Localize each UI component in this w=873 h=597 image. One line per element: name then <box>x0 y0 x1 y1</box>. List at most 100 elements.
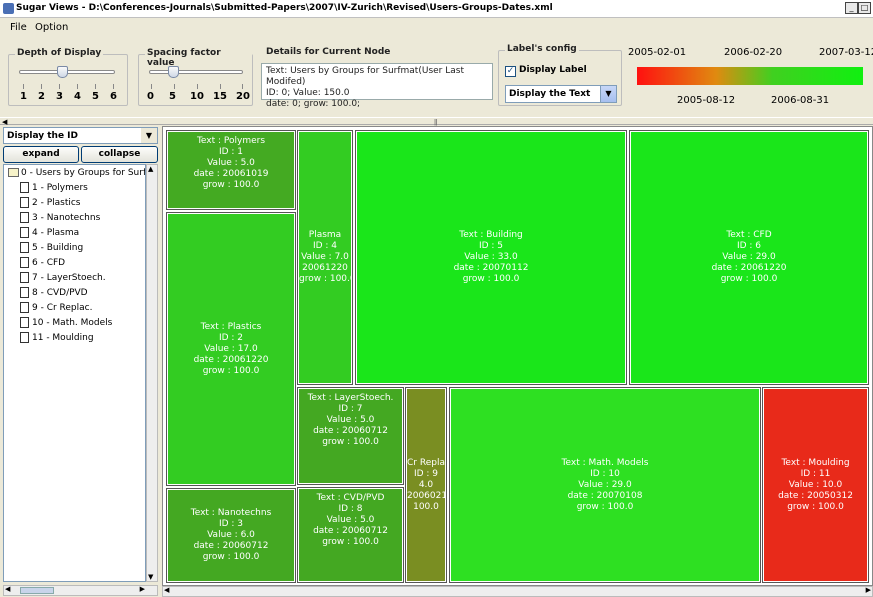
cell-text: Value : 7.0 <box>301 252 349 262</box>
treemap-cell-moulding[interactable]: Text : Moulding ID : 11 Value : 10.0 date :… <box>762 387 869 583</box>
cell-text: date : 20061019 <box>193 169 269 179</box>
spacing-tick-label: 0 <box>147 91 154 102</box>
spacing-tick-label: 20 <box>236 91 250 102</box>
split-divider[interactable]: ◀ ǁ <box>0 117 873 126</box>
depth-slider-thumb[interactable] <box>57 66 68 78</box>
details-box: Text: Users by Groups for Surfmat(User L… <box>261 63 493 109</box>
chevron-down-icon[interactable]: ▼ <box>141 128 157 143</box>
tree-root[interactable]: 0 - Users by Groups for Surfm <box>8 166 145 181</box>
cell-text: Value : 6.0 <box>207 530 255 540</box>
treemap-cell-building[interactable]: Text : Building ID : 5 Value : 33.0 date : … <box>355 130 627 385</box>
tree-item[interactable]: 4 - Plasma <box>20 226 79 241</box>
depth-tick-label: 6 <box>110 91 117 102</box>
collapse-button[interactable]: collapse <box>81 146 158 163</box>
tree-item[interactable]: 2 - Plastics <box>20 196 81 211</box>
file-icon <box>20 257 29 268</box>
tree-item-label: 6 - CFD <box>32 258 66 268</box>
cell-text: grow : 100.0 <box>322 537 379 547</box>
file-icon <box>20 317 29 328</box>
treemap-cell-mathmodels[interactable]: Text : Math. Models ID : 10 Value : 29.0 da… <box>449 387 761 583</box>
tree-item[interactable]: 1 - Polymers <box>20 181 88 196</box>
spacing-ticks <box>151 84 243 89</box>
cell-text: 2006021... <box>407 490 446 501</box>
treemap-cell-cvdpvd[interactable]: Text : CVD/PVD ID : 8 Value : 5.0 date : 20… <box>297 487 404 583</box>
cell-text: date : 20070108 <box>567 490 643 501</box>
tree-item[interactable]: 11 - Moulding <box>20 331 94 346</box>
cell-text: date : 20060712 <box>193 541 269 551</box>
window-title: Sugar Views - D:\Conferences-Journals\Su… <box>16 3 553 13</box>
id-display-value: Display the ID <box>7 131 79 141</box>
spacing-slider-track[interactable] <box>149 70 243 74</box>
cell-text: 4.0 <box>418 479 434 490</box>
details-line: ID: 0; Value: 150.0 <box>266 88 350 98</box>
tree-item[interactable]: 7 - LayerStoech. <box>20 271 106 286</box>
arrow-left-icon[interactable]: ◀ <box>2 118 7 126</box>
menu-file[interactable]: File <box>10 22 27 33</box>
date-color-gradient <box>637 67 863 85</box>
arrow-down-icon[interactable]: ▼ <box>148 573 153 581</box>
spacing-slider-thumb[interactable] <box>168 66 179 78</box>
cell-text: Value : 5.0 <box>326 515 375 525</box>
menu-option[interactable]: Option <box>35 22 68 33</box>
arrow-right-icon[interactable]: ▶ <box>866 586 871 594</box>
cell-text: date : 20070112 <box>453 263 529 273</box>
tree-item[interactable]: 9 - Cr Replac. <box>20 301 92 316</box>
treemap-cell-layerstoech[interactable]: Text : LayerStoech. ID : 7 Value : 5.0 date… <box>297 387 404 485</box>
cell-text: Text : Math. Models <box>561 457 649 468</box>
details-group: Details for Current Node Text: Users by … <box>258 47 493 109</box>
arrow-up-icon[interactable]: ▲ <box>148 165 153 173</box>
cell-text: Value : 29.0 <box>722 252 776 262</box>
cell-text: 100.0 <box>413 501 439 512</box>
treemap-cell-polymers[interactable]: Text : Polymers ID : 1 Value : 5.0 date : 2… <box>166 130 296 210</box>
scroll-thumb[interactable] <box>20 587 54 594</box>
treemap-cell-nanotechns[interactable]: Text : Nanotechns ID : 3 Value : 6.0 date :… <box>166 488 296 583</box>
details-line: date: 0; grow: 100.0; <box>266 99 361 109</box>
cell-text: date : 20060712 <box>313 526 388 536</box>
display-label-checkbox[interactable]: ✓ <box>505 66 516 77</box>
depth-tick-label: 1 <box>20 91 27 102</box>
arrow-left-icon[interactable]: ◀ <box>5 585 10 593</box>
file-icon <box>20 287 29 298</box>
cell-text: Value : 5.0 <box>326 415 375 425</box>
id-display-select[interactable]: Display the ID ▼ <box>3 127 158 144</box>
cell-text: ID : 4 <box>312 241 338 251</box>
treemap-cell-crreplac[interactable]: Cr Repla...ID : 94.02006021...100.0 <box>405 387 447 583</box>
tree-item[interactable]: 3 - Nanotechns <box>20 211 100 226</box>
treemap-cell-plastics[interactable]: Text : Plastics ID : 2 Value : 17.0 date : … <box>166 212 296 486</box>
cell-text: ID : 3 <box>218 519 244 529</box>
file-icon <box>20 212 29 223</box>
treemap-cell-plasma[interactable]: Plasma ID : 4 Value : 7.0 20061220 grow : 10… <box>297 130 353 385</box>
controls-panel: Depth of Display 1 2 3 4 5 6 Spacing fac… <box>0 37 873 115</box>
treemap-horizontal-scrollbar[interactable]: ◀ ▶ <box>162 586 873 597</box>
treemap-canvas[interactable]: Text : Polymers ID : 1 Value : 5.0 date : 2… <box>162 126 873 586</box>
expand-button[interactable]: expand <box>3 146 79 163</box>
cell-text: Cr Repla... <box>407 457 445 468</box>
treemap-cell-cfd[interactable]: Text : CFD ID : 6 Value : 29.0 date : 20061… <box>629 130 869 385</box>
tree-horizontal-scrollbar[interactable]: ◀ ▶ <box>3 585 158 596</box>
tree-item[interactable]: 8 - CVD/PVD <box>20 286 88 301</box>
arrow-left-icon[interactable]: ◀ <box>164 586 169 594</box>
file-icon <box>20 332 29 343</box>
title-bar: Sugar Views - D:\Conferences-Journals\Su… <box>0 0 873 18</box>
grip-icon[interactable]: ǁ <box>434 118 437 126</box>
tree-vertical-scrollbar[interactable]: ▲ ▼ <box>146 164 158 582</box>
maximize-button[interactable]: □ <box>858 2 871 14</box>
cell-text: Value : 5.0 <box>207 158 255 168</box>
tree-item-label: 4 - Plasma <box>32 228 80 238</box>
legend-date-bottom: 2006-08-31 <box>771 95 830 106</box>
tree-item[interactable]: 10 - Math. Models <box>20 316 112 331</box>
minimize-button[interactable]: _ <box>845 2 858 14</box>
tree-item-label: 7 - LayerStoech. <box>32 273 106 283</box>
label-config-label: Label's config <box>505 44 579 54</box>
legend-date-top: 2006-02-20 <box>724 47 783 58</box>
tree-item[interactable]: 5 - Building <box>20 241 83 256</box>
arrow-right-icon[interactable]: ▶ <box>140 585 145 593</box>
tree-item-label: 1 - Polymers <box>32 183 88 193</box>
label-mode-select[interactable]: Display the Text ▼ <box>505 85 617 103</box>
cell-text: date : 20061220 <box>193 354 269 365</box>
details-label: Details for Current Node <box>264 47 393 57</box>
chevron-down-icon[interactable]: ▼ <box>600 86 616 102</box>
cell-text: Plasma <box>308 230 342 240</box>
tree-item[interactable]: 6 - CFD <box>20 256 65 271</box>
cell-text: grow : 100.0 <box>202 180 260 190</box>
